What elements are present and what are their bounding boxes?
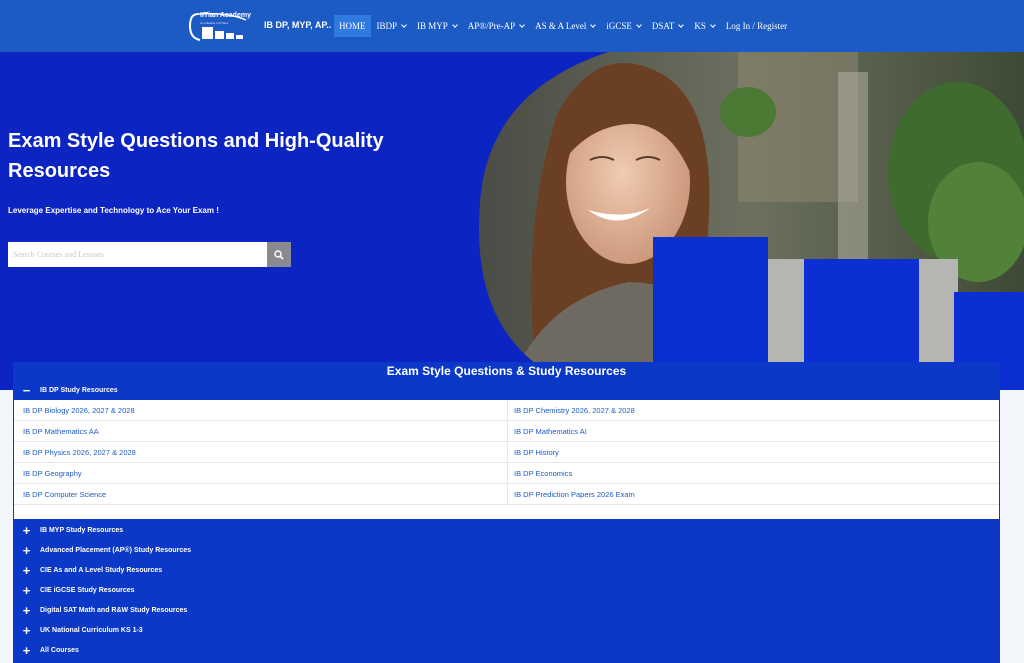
menu-ap-pre-ap[interactable]: AP®/Pre-AP xyxy=(463,15,529,37)
resources-panel: Exam Style Questions & Study Resources −… xyxy=(13,362,1000,663)
resources-title: Exam Style Questions & Study Resources xyxy=(386,364,627,378)
chevron-down-icon xyxy=(678,22,685,28)
plus-icon: + xyxy=(22,623,31,638)
course-link[interactable]: IB DP Economics xyxy=(514,463,572,484)
menu-label: iGCSE xyxy=(606,21,632,31)
chevron-down-icon xyxy=(451,22,458,28)
menu-label: IB MYP xyxy=(417,21,448,31)
minus-icon: − xyxy=(22,383,31,398)
menu-label: IBDP xyxy=(376,21,398,31)
search-icon xyxy=(274,249,284,260)
accordion-label: CIE iGCSE Study Resources xyxy=(40,587,135,594)
course-link[interactable]: IB DP Mathematics AA xyxy=(23,421,99,442)
menu-label: KS xyxy=(694,21,706,31)
menu-dsat[interactable]: DSAT xyxy=(647,15,689,37)
menu-igcse[interactable]: iGCSE xyxy=(601,15,646,37)
accordion-ib-myp[interactable]: + IB MYP Study Resources xyxy=(13,521,1000,540)
accordion-label: All Courses xyxy=(40,647,79,654)
course-link[interactable]: IB DP Geography xyxy=(23,463,82,484)
logo-name: IITian Academy xyxy=(200,12,251,19)
course-link[interactable]: IB DP Biology 2026, 2027 & 2028 xyxy=(23,400,135,421)
accordion-label: Advanced Placement (AP®) Study Resources xyxy=(40,547,192,554)
course-link[interactable]: IB DP Physics 2026, 2027 & 2028 xyxy=(23,442,136,463)
hero-photo xyxy=(478,52,1024,390)
hero-section: Exam Style Questions and High-Quality Re… xyxy=(0,52,1024,390)
accordion-uk-ks[interactable]: + UK National Curriculum KS 1-3 xyxy=(13,621,1000,640)
course-link[interactable]: IB DP Computer Science xyxy=(23,484,106,505)
plus-icon: + xyxy=(22,523,31,538)
course-link[interactable]: IB DP Chemistry 2026, 2027 & 2028 xyxy=(514,400,635,421)
main-menu: HOME IBDP IB MYP AP®/Pre-AP AS & A Level… xyxy=(334,15,793,37)
plus-icon: + xyxy=(22,583,31,598)
chevron-down-icon xyxy=(636,22,642,28)
table-row: IB DP Mathematics AA IB DP Mathematics A… xyxy=(14,421,999,442)
plus-icon: + xyxy=(22,543,31,558)
plus-icon: + xyxy=(22,563,31,578)
top-navbar: IITian Academy An initiative of IITians … xyxy=(0,0,1024,52)
accordion-label: IB MYP Study Resources xyxy=(40,527,124,534)
chevron-down-icon xyxy=(519,22,525,28)
accordion-cie-igcse[interactable]: + CIE iGCSE Study Resources xyxy=(13,581,1000,600)
accordion-cie-a-level[interactable]: + CIE As and A Level Study Resources xyxy=(13,561,1000,580)
ib-dp-course-list: IB DP Biology 2026, 2027 & 2028 IB DP Ch… xyxy=(14,400,999,519)
chevron-down-icon xyxy=(590,22,597,28)
course-link[interactable]: IB DP Mathematics AI xyxy=(514,421,587,442)
chevron-down-icon xyxy=(710,22,716,28)
plus-icon: + xyxy=(22,603,31,618)
menu-label: HOME xyxy=(339,21,366,31)
menu-login-register[interactable]: Log In / Register xyxy=(721,15,792,37)
plus-icon: + xyxy=(22,643,31,658)
accordion-label: UK National Curriculum KS 1-3 xyxy=(40,627,143,634)
accordion-digital-sat[interactable]: + Digital SAT Math and R&W Study Resourc… xyxy=(13,601,1000,620)
brand-text[interactable]: IB DP, MYP, AP.. xyxy=(264,20,331,30)
menu-as-a-level[interactable]: AS & A Level xyxy=(530,15,600,37)
table-row: IB DP Geography IB DP Economics xyxy=(14,463,999,484)
menu-home[interactable]: HOME xyxy=(334,15,371,37)
site-logo[interactable]: IITian Academy An initiative of IITians xyxy=(188,10,251,43)
menu-label: Log In / Register xyxy=(725,21,788,31)
course-search xyxy=(8,242,291,267)
menu-label: DSAT xyxy=(651,21,675,31)
search-button[interactable] xyxy=(267,242,291,267)
accordion-ib-dp[interactable]: − IB DP Study Resources xyxy=(13,381,1000,400)
menu-ks[interactable]: KS xyxy=(689,15,720,37)
table-row: IB DP Physics 2026, 2027 & 2028 IB DP Hi… xyxy=(14,442,999,463)
menu-label: AS & A Level xyxy=(535,21,587,31)
accordion-label: CIE As and A Level Study Resources xyxy=(40,567,163,574)
course-link[interactable]: IB DP History xyxy=(514,442,559,463)
table-row: IB DP Computer Science IB DP Prediction … xyxy=(14,484,999,505)
accordion-ap[interactable]: + Advanced Placement (AP®) Study Resourc… xyxy=(13,541,1000,560)
accordion-all-courses[interactable]: + All Courses xyxy=(13,641,1000,660)
logo-tagline: An initiative of IITians xyxy=(200,21,229,25)
accordion-label: IB DP Study Resources xyxy=(40,387,118,394)
chevron-down-icon xyxy=(401,22,407,28)
accordion-label: Digital SAT Math and R&W Study Resources xyxy=(40,607,188,614)
menu-label: AP®/Pre-AP xyxy=(467,21,516,31)
table-row: IB DP Biology 2026, 2027 & 2028 IB DP Ch… xyxy=(14,400,999,421)
menu-ibdp[interactable]: IBDP xyxy=(372,15,412,37)
search-input[interactable] xyxy=(8,242,267,267)
hero-title: Exam Style Questions and High-Quality Re… xyxy=(8,130,384,182)
course-link[interactable]: IB DP Prediction Papers 2026 Exam xyxy=(514,484,635,505)
menu-ib-myp[interactable]: IB MYP xyxy=(412,15,462,37)
hero-subtitle: Leverage Expertise and Technology to Ace… xyxy=(8,206,219,215)
